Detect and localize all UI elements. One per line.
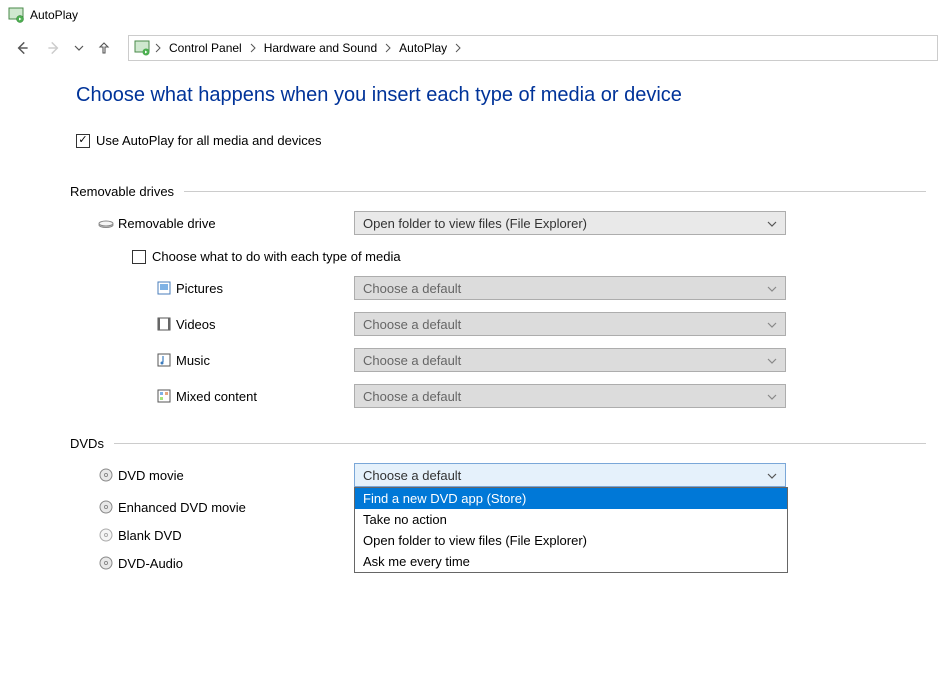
global-autoplay-checkbox[interactable]: Use AutoPlay for all media and devices	[76, 133, 926, 148]
removable-drive-label: Removable drive	[118, 216, 354, 231]
dropdown-value: Open folder to view files (File Explorer…	[363, 216, 587, 231]
chevron-down-icon	[767, 468, 777, 483]
pictures-icon	[152, 280, 176, 296]
dvd-movie-dropdown-list: Find a new DVD app (Store) Take no actio…	[354, 487, 788, 573]
disc-icon	[94, 527, 118, 543]
breadcrumb-autoplay[interactable]: AutoPlay	[395, 39, 451, 57]
dropdown-option[interactable]: Take no action	[355, 509, 787, 530]
dvd-movie-dropdown[interactable]: Choose a default Find a new DVD app (Sto…	[354, 463, 786, 487]
page-heading: Choose what happens when you insert each…	[76, 84, 926, 107]
dropdown-option[interactable]: Ask me every time	[355, 551, 787, 572]
disc-icon	[94, 467, 118, 483]
chevron-down-icon	[767, 353, 777, 368]
nav-back-button[interactable]	[8, 34, 36, 62]
videos-label: Videos	[176, 317, 354, 332]
enhanced-dvd-label: Enhanced DVD movie	[118, 500, 354, 515]
dropdown-value: Choose a default	[363, 317, 461, 332]
content-area: Choose what happens when you insert each…	[0, 66, 946, 589]
group-title-label: DVDs	[70, 436, 104, 451]
autoplay-icon	[8, 7, 24, 23]
dropdown-option[interactable]: Find a new DVD app (Store)	[355, 488, 787, 509]
row-pictures: Pictures Choose a default	[76, 276, 926, 300]
chevron-right-icon[interactable]	[153, 43, 163, 53]
autoplay-icon	[133, 39, 151, 57]
pictures-dropdown[interactable]: Choose a default	[354, 276, 786, 300]
mixed-content-icon	[152, 388, 176, 404]
dvd-audio-label: DVD-Audio	[118, 556, 354, 571]
chevron-right-icon[interactable]	[248, 43, 258, 53]
dropdown-value: Choose a default	[363, 389, 461, 404]
removable-drive-icon	[94, 215, 118, 231]
disc-icon	[94, 555, 118, 571]
dropdown-option[interactable]: Open folder to view files (File Explorer…	[355, 530, 787, 551]
group-title-label: Removable drives	[70, 184, 174, 199]
mixed-content-dropdown[interactable]: Choose a default	[354, 384, 786, 408]
dropdown-value: Choose a default	[363, 353, 461, 368]
row-videos: Videos Choose a default	[76, 312, 926, 336]
mixed-content-label: Mixed content	[176, 389, 354, 404]
music-icon	[152, 352, 176, 368]
breadcrumb-hardware-sound[interactable]: Hardware and Sound	[260, 39, 381, 57]
divider	[114, 443, 926, 444]
row-mixed-content: Mixed content Choose a default	[76, 384, 926, 408]
music-label: Music	[176, 353, 354, 368]
music-dropdown[interactable]: Choose a default	[354, 348, 786, 372]
media-subcheck[interactable]: Choose what to do with each type of medi…	[132, 249, 926, 264]
group-dvds: DVDs	[70, 436, 926, 451]
disc-icon	[94, 499, 118, 515]
titlebar: AutoPlay	[0, 0, 946, 30]
checkbox-icon[interactable]	[132, 250, 146, 264]
chevron-down-icon	[767, 389, 777, 404]
chevron-down-icon	[767, 281, 777, 296]
removable-drive-dropdown[interactable]: Open folder to view files (File Explorer…	[354, 211, 786, 235]
chevron-right-icon[interactable]	[453, 43, 463, 53]
chevron-down-icon	[767, 317, 777, 332]
chevron-right-icon[interactable]	[383, 43, 393, 53]
group-removable-drives: Removable drives	[70, 184, 926, 199]
address-bar[interactable]: Control Panel Hardware and Sound AutoPla…	[128, 35, 938, 61]
dropdown-value: Choose a default	[363, 468, 461, 483]
checkbox-icon[interactable]	[76, 134, 90, 148]
window-title: AutoPlay	[30, 8, 78, 22]
videos-dropdown[interactable]: Choose a default	[354, 312, 786, 336]
row-music: Music Choose a default	[76, 348, 926, 372]
nav-up-button[interactable]	[90, 34, 118, 62]
divider	[184, 191, 926, 192]
dropdown-value: Choose a default	[363, 281, 461, 296]
nav-forward-button[interactable]	[40, 34, 68, 62]
chevron-down-icon	[767, 216, 777, 231]
videos-icon	[152, 316, 176, 332]
breadcrumb-control-panel[interactable]: Control Panel	[165, 39, 246, 57]
navbar: Control Panel Hardware and Sound AutoPla…	[0, 30, 946, 66]
dvd-movie-label: DVD movie	[118, 468, 354, 483]
row-removable-drive: Removable drive Open folder to view file…	[76, 211, 926, 235]
pictures-label: Pictures	[176, 281, 354, 296]
nav-recent-dropdown[interactable]	[72, 34, 86, 62]
media-subcheck-label: Choose what to do with each type of medi…	[152, 249, 401, 264]
global-autoplay-label: Use AutoPlay for all media and devices	[96, 133, 321, 148]
blank-dvd-label: Blank DVD	[118, 528, 354, 543]
row-dvd-movie: DVD movie Choose a default Find a new DV…	[76, 463, 926, 487]
